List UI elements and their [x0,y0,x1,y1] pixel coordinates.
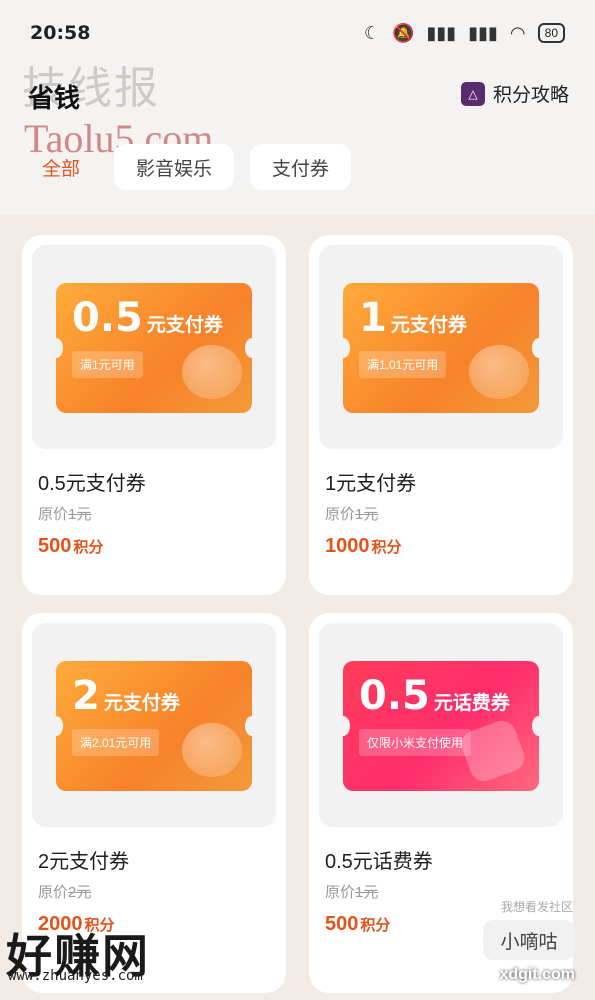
coin-icon [182,723,242,777]
phone-icon [457,716,529,786]
battery-icon: 80 [537,23,565,43]
tab-all[interactable]: 全部 [24,144,98,190]
tab-payment[interactable]: 支付券 [250,144,352,190]
card-name: 0.5元话费券 [325,851,433,873]
coupon-graphic: 0.5 元话费券 仅限小米支付使用 [343,661,539,791]
signal-icon: ▮▮▮ [426,22,457,43]
card-image: 2 元支付券 满2.01元可用 [32,623,276,827]
card-points: 1000 积分 [325,535,402,557]
points-guide-link[interactable]: △ 积分攻略 [460,80,569,107]
coupon-graphic: 1 元支付券 满1.01元可用 [343,283,539,413]
product-grid: 0.5 元支付券 满1元可用 0.5元支付券 原价1元 500 积分 1 元支付券 满… [0,215,595,1000]
guide-label: 积分攻略 [492,85,569,106]
card-original-price: 原价2元 [38,884,92,901]
guide-icon: △ [460,81,485,106]
card-image: 1 元支付券 满1.01元可用 [319,245,563,449]
coupon-condition: 仅限小米支付使用 [359,729,472,756]
wifi-icon: ◠ [509,22,526,43]
watermark-bottom-url: www.zhuanyes.com [8,968,143,984]
coupon-condition: 满2.01元可用 [72,729,160,756]
moon-icon: ☾ [363,22,381,43]
coin-icon [469,345,529,399]
card-name: 0.5元支付券 [38,473,146,495]
watermark-right-box: 小嘀咕 [483,920,575,960]
product-card[interactable]: 1 元支付券 满1.01元可用 1元支付券 原价1元 1000 积分 [309,235,573,595]
coupon-condition: 满1.01元可用 [359,351,447,378]
category-tabs: 全部 影音娱乐 支付券 [24,144,352,190]
watermark-right-url: xdgit.com [499,966,575,983]
card-image: 0.5 元支付券 满1元可用 [32,245,276,449]
coupon-graphic: 2 元支付券 满2.01元可用 [56,661,252,791]
card-image: 0.5 元话费券 仅限小米支付使用 [319,623,563,827]
page-title: 省钱 [28,83,81,113]
card-points: 500 积分 [38,535,104,557]
coin-icon [182,345,242,399]
coupon-amount: 0.5 元话费券 [359,673,510,719]
card-original-price: 原价1元 [325,506,379,523]
status-time: 20:58 [30,22,91,44]
card-original-price: 原价1元 [38,506,92,523]
watermark-right-top: 我想看发社区 [500,900,573,914]
signal-icon-2: ▮▮▮ [468,22,498,43]
coupon-graphic: 0.5 元支付券 满1元可用 [56,283,252,413]
card-name: 1元支付券 [325,473,417,495]
coupon-condition: 满1元可用 [72,351,143,378]
status-icons: ☾ 🔕 ▮▮▮ ▮▮▮ ◠ 80 [364,23,565,44]
card-original-price: 原价1元 [325,884,379,901]
mute-icon: 🔕 [392,22,415,43]
card-name: 2元支付券 [38,851,130,873]
coupon-amount: 1 元支付券 [359,295,467,341]
coupon-amount: 0.5 元支付券 [72,295,223,341]
product-card[interactable]: 0.5 元支付券 满1元可用 0.5元支付券 原价1元 500 积分 [22,235,286,595]
status-bar: 20:58 ☾ 🔕 ▮▮▮ ▮▮▮ ◠ 80 [0,0,595,52]
tab-media[interactable]: 影音娱乐 [114,144,235,190]
coupon-amount: 2 元支付券 [72,673,180,719]
card-points: 500 积分 [325,913,391,935]
